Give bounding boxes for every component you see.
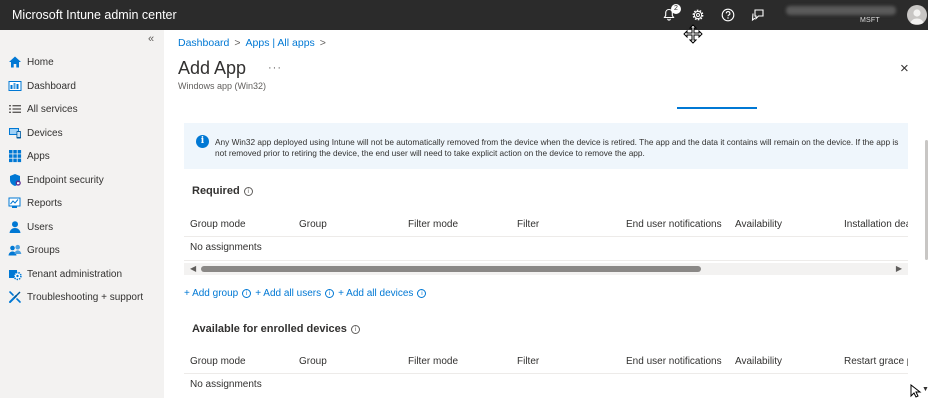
sidebar-item-users[interactable]: Users (8, 218, 53, 236)
section-title-text: Available for enrolled devices (192, 323, 347, 335)
gear-icon[interactable] (690, 7, 706, 23)
breadcrumb-all-apps-link[interactable]: Apps | All apps (246, 37, 315, 49)
scrollbar-thumb[interactable] (201, 266, 701, 272)
add-all-users-link[interactable]: + Add all users (255, 288, 321, 299)
sidebar-item-label: Tenant administration (27, 268, 123, 280)
devices-icon (8, 126, 22, 140)
close-icon[interactable]: × (900, 60, 909, 77)
column-header-group[interactable]: Group (299, 356, 327, 367)
collapse-sidebar-button[interactable]: « (148, 33, 154, 45)
sidebar-item-label: Groups (27, 244, 60, 256)
column-header-end-user-notifications[interactable]: End user notifications (626, 356, 722, 367)
apps-grid-icon (8, 149, 22, 163)
sidebar-item-devices[interactable]: Devices (8, 124, 63, 142)
horizontal-scrollbar[interactable]: ◀ ▶ (184, 263, 908, 275)
info-circle-icon[interactable]: i (242, 289, 252, 298)
user-icon (8, 220, 22, 234)
top-bar: Microsoft Intune admin center 2 MSFT (0, 0, 928, 30)
sidebar-item-dashboard[interactable]: Dashboard (8, 77, 76, 95)
breadcrumb: Dashboard > Apps | All apps > (178, 37, 326, 49)
sidebar-item-label: Users (27, 221, 54, 233)
sidebar-item-label: Reports (27, 197, 63, 209)
breadcrumb-dashboard-link[interactable]: Dashboard (178, 37, 229, 49)
column-header-filter-mode[interactable]: Filter mode (408, 356, 458, 367)
column-header-end-user-notifications[interactable]: End user notifications (626, 219, 722, 230)
info-icon: i (196, 135, 209, 148)
add-group-link[interactable]: + Add group (184, 288, 238, 299)
move-cursor-icon (683, 24, 703, 47)
reports-icon (8, 196, 22, 210)
sidebar-item-label: All services (27, 103, 78, 115)
table-header-divider (184, 373, 908, 374)
wrench-icon (8, 290, 22, 304)
section-title-text: Required (192, 185, 240, 197)
column-header-filter[interactable]: Filter (517, 219, 539, 230)
help-icon[interactable] (720, 7, 736, 23)
add-assignment-links: + Add group i + Add all users i + Add al… (184, 288, 427, 299)
dashboard-icon (8, 79, 22, 93)
add-all-devices-link[interactable]: + Add all devices (338, 288, 413, 299)
info-banner: i Any Win32 app deployed using Intune wi… (184, 123, 908, 169)
column-header-availability[interactable]: Availability (735, 356, 782, 367)
sidebar-item-troubleshooting-support[interactable]: Troubleshooting + support (8, 288, 143, 306)
info-banner-text: Any Win32 app deployed using Intune will… (215, 137, 899, 158)
app-title[interactable]: Microsoft Intune admin center (12, 8, 177, 22)
user-org: MSFT (860, 17, 880, 24)
main-content: Dashboard > Apps | All apps > Add App ··… (164, 30, 928, 398)
breadcrumb-separator: > (319, 37, 326, 49)
required-empty-text: No assignments (190, 242, 262, 253)
sidebar-item-label: Apps (27, 150, 50, 162)
sidebar-item-home[interactable]: Home (8, 53, 54, 71)
page-title: Add App (178, 58, 247, 78)
more-actions-button[interactable]: ··· (268, 62, 282, 74)
sidebar-item-label: Endpoint security (27, 174, 104, 186)
table-header-divider (184, 236, 908, 237)
scroll-down-icon[interactable]: ▼ (922, 386, 928, 393)
table-row-divider (184, 260, 908, 261)
column-header-group-mode[interactable]: Group mode (190, 356, 246, 367)
scroll-left-icon[interactable]: ◀ (190, 264, 196, 273)
feedback-icon[interactable] (750, 7, 766, 23)
sidebar: « Home Dashboard All services Devices Ap… (0, 30, 164, 398)
user-name-blurred[interactable] (786, 6, 896, 15)
page-subtitle: Windows app (Win32) (178, 81, 267, 91)
sidebar-item-label: Devices (27, 127, 63, 139)
sidebar-item-apps[interactable]: Apps (8, 147, 50, 165)
sidebar-item-label: Dashboard (27, 80, 76, 92)
scroll-right-icon[interactable]: ▶ (896, 264, 902, 273)
sidebar-item-tenant-administration[interactable]: Tenant administration (8, 265, 122, 283)
available-section-title: Available for enrolled devices i (192, 323, 360, 335)
info-circle-icon[interactable]: i (350, 324, 360, 334)
breadcrumb-separator: > (234, 37, 241, 49)
column-header-availability[interactable]: Availability (735, 219, 782, 230)
info-circle-icon[interactable]: i (417, 289, 427, 298)
avatar-icon[interactable] (907, 5, 927, 25)
sidebar-item-label: Troubleshooting + support (27, 291, 144, 303)
column-header-group[interactable]: Group (299, 219, 327, 230)
sidebar-item-reports[interactable]: Reports (8, 194, 62, 212)
info-circle-icon[interactable]: i (325, 289, 335, 298)
home-icon (8, 55, 22, 69)
info-circle-icon[interactable]: i (243, 186, 253, 196)
available-empty-text: No assignments (190, 379, 262, 390)
column-header-filter[interactable]: Filter (517, 356, 539, 367)
groups-icon (8, 243, 22, 257)
column-header-group-mode[interactable]: Group mode (190, 219, 246, 230)
active-tab-indicator (677, 107, 757, 109)
sidebar-item-label: Home (27, 56, 54, 68)
required-section-title: Required i (192, 185, 253, 197)
pointer-cursor-icon (910, 383, 922, 398)
notification-count-badge: 2 (671, 4, 681, 14)
column-header-restart-grace-period[interactable]: Restart grace p (844, 356, 908, 367)
sidebar-item-groups[interactable]: Groups (8, 241, 60, 259)
shield-icon (8, 173, 22, 187)
sidebar-item-endpoint-security[interactable]: Endpoint security (8, 171, 104, 189)
column-header-filter-mode[interactable]: Filter mode (408, 219, 458, 230)
list-icon (8, 102, 22, 116)
tenant-gear-icon (8, 267, 22, 281)
column-header-installation-deadline[interactable]: Installation dea (844, 219, 908, 230)
sidebar-item-all-services[interactable]: All services (8, 100, 78, 118)
